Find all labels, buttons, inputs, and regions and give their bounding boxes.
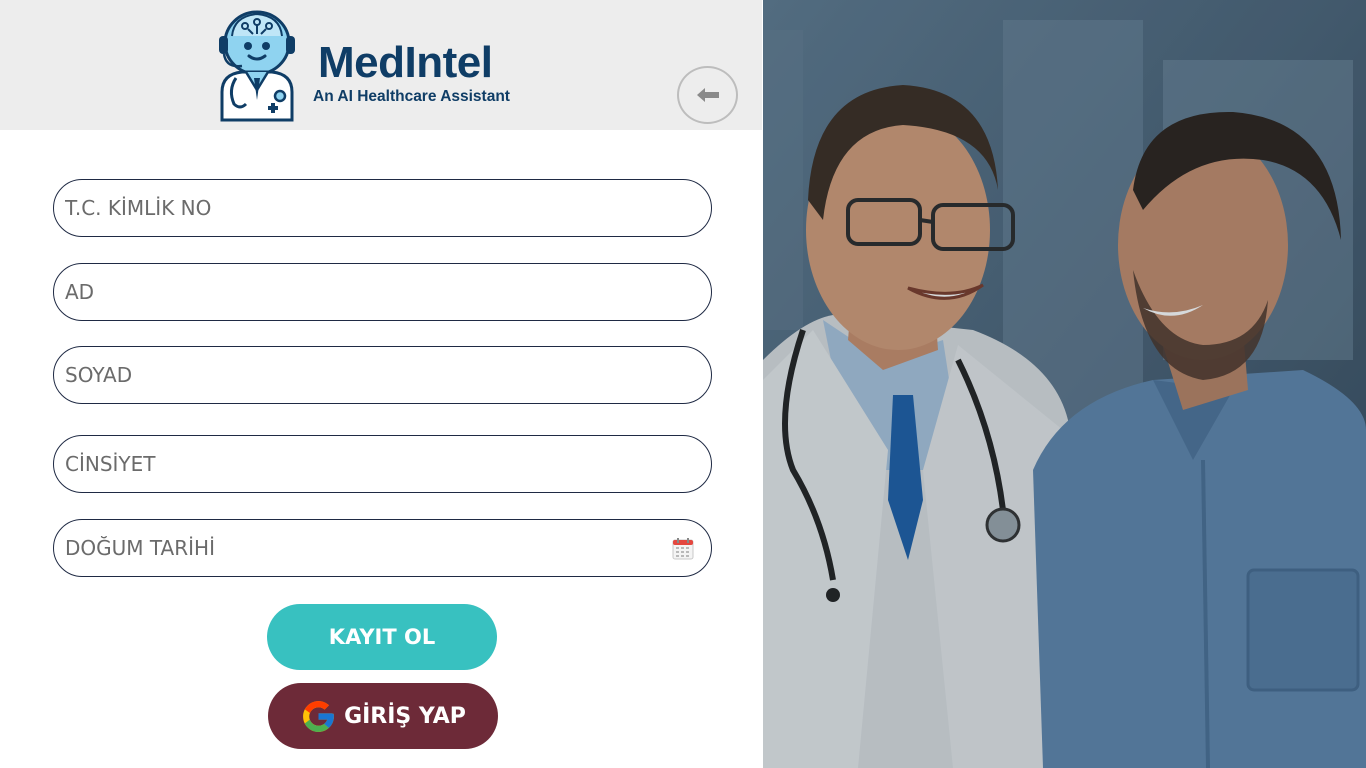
doctor-patient-photo	[763, 0, 1366, 768]
header: MedIntel An AI Healthcare Assistant	[0, 0, 762, 130]
google-login-button[interactable]: GİRİŞ YAP	[268, 683, 498, 749]
ad-field	[53, 263, 712, 321]
register-button[interactable]: KAYIT OL	[267, 604, 497, 670]
soyad-input[interactable]	[54, 347, 711, 403]
brand-name: MedIntel	[318, 38, 493, 87]
dogum-tarihi-input[interactable]	[54, 520, 711, 576]
soyad-field	[53, 346, 712, 404]
login-button-label: GİRİŞ YAP	[344, 703, 466, 729]
brand-tagline: An AI Healthcare Assistant	[313, 88, 510, 105]
cinsiyet-field	[53, 435, 712, 493]
tc-kimlik-field	[53, 179, 712, 237]
registration-panel: MedIntel An AI Healthcare Assistant T.C.…	[0, 0, 763, 768]
ad-input[interactable]	[54, 264, 711, 320]
cinsiyet-input[interactable]	[54, 436, 711, 492]
robot-doctor-logo	[219, 10, 295, 122]
arrow-left-icon	[696, 88, 719, 102]
tc-kimlik-input[interactable]	[54, 180, 711, 236]
back-button[interactable]	[677, 66, 738, 124]
calendar-icon[interactable]	[672, 538, 694, 560]
dogum-tarihi-field	[53, 519, 712, 577]
register-button-label: KAYIT OL	[328, 625, 436, 649]
google-icon	[303, 700, 334, 732]
doctor-patient-illustration	[763, 0, 1366, 768]
